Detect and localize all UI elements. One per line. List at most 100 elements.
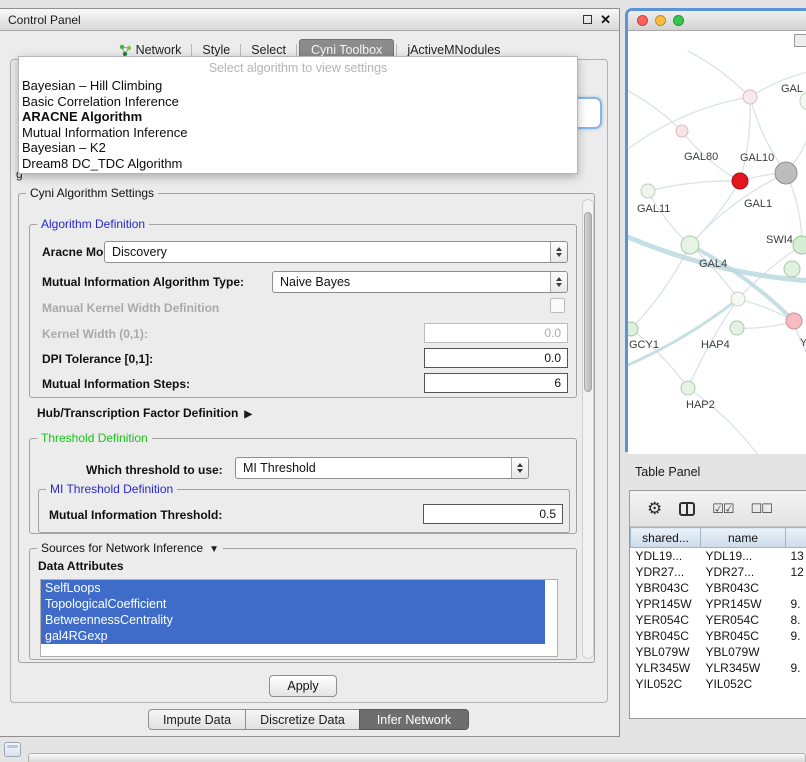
dropdown-item[interactable]: Bayesian – Hill Climbing [19, 78, 577, 94]
network-edge[interactable] [648, 191, 690, 245]
table-row[interactable]: YDR27... YDR27... 12 [631, 564, 806, 580]
network-edge[interactable] [688, 51, 750, 97]
network-node[interactable] [681, 381, 695, 395]
dropdown-item[interactable]: Mutual Information Inference [19, 125, 577, 141]
deselect-all-icon[interactable]: ☐☐ [751, 501, 772, 517]
network-node-label: HAP2 [686, 399, 715, 411]
network-node[interactable] [628, 322, 638, 336]
network-node[interactable] [730, 321, 744, 335]
attribute-list-item[interactable]: SelfLoops [41, 580, 545, 596]
network-node[interactable] [793, 236, 806, 254]
select-all-icon[interactable]: ☑☑ [712, 501, 733, 517]
cell-value: 9. [786, 596, 806, 612]
manual-kernel-width-checkbox[interactable] [550, 298, 565, 313]
mi-steps-field[interactable] [424, 373, 568, 393]
minimized-window-icon[interactable] [4, 742, 21, 757]
network-node[interactable] [775, 162, 797, 184]
table-row[interactable]: YBR043C YBR043C [631, 580, 806, 596]
mi-algorithm-type-select[interactable]: Naive Bayes [272, 271, 568, 293]
bottom-tab-impute-data[interactable]: Impute Data [148, 709, 246, 730]
mi-threshold-field[interactable] [423, 504, 563, 524]
network-node[interactable] [641, 184, 655, 198]
manual-kernel-width-label: Manual Kernel Width Definition [42, 301, 219, 315]
table-panel: ⚙ ☑☑ ☐☐ shared... name YDL19... YDL19... [629, 490, 806, 719]
table-row[interactable]: YDL19... YDL19... 13 [631, 548, 806, 564]
group-title: MI Threshold Definition [46, 482, 177, 497]
dpi-tolerance-field[interactable] [424, 348, 568, 368]
network-node[interactable] [676, 125, 688, 137]
network-edge[interactable] [628, 97, 750, 149]
sources-section-label: Sources for Network Inference [41, 541, 203, 555]
settings-scrollbar-track[interactable] [582, 199, 594, 659]
attribute-list-item[interactable]: gal4RGexp [41, 628, 545, 644]
table-row[interactable]: YER054C YER054C 8. [631, 612, 806, 628]
cell-name: YLR345W [701, 660, 786, 676]
close-traffic-light[interactable] [637, 15, 648, 26]
network-edge[interactable] [737, 321, 794, 328]
float-window-icon[interactable] [583, 15, 592, 24]
group-title: Algorithm Definition [37, 217, 149, 232]
table-row[interactable]: YPR145W YPR145W 9. [631, 596, 806, 612]
dropdown-item-list: Bayesian – Hill ClimbingBasic Correlatio… [19, 78, 577, 171]
network-node[interactable] [743, 90, 757, 104]
zoom-traffic-light[interactable] [673, 15, 684, 26]
dropdown-item[interactable]: Dream8 DC_TDC Algorithm [19, 156, 577, 172]
table-row[interactable]: YBR045C YBR045C 9. [631, 628, 806, 644]
network-edge[interactable] [690, 181, 740, 245]
cell-name: YDL19... [701, 548, 786, 564]
network-node-label: GAL4 [699, 258, 727, 270]
bottom-tab-discretize-data[interactable]: Discretize Data [245, 709, 360, 730]
settings-scrollbar-thumb[interactable] [584, 212, 592, 392]
minimize-traffic-light[interactable] [655, 15, 666, 26]
table-row[interactable]: YLR345W YLR345W 9. [631, 660, 806, 676]
cell-value: 8. [786, 612, 806, 628]
aracne-mode-select[interactable]: Discovery [104, 241, 568, 263]
network-node[interactable] [784, 261, 800, 277]
network-edge[interactable] [628, 299, 738, 365]
cell-name: YBR043C [701, 580, 786, 596]
network-node-label: GAL10 [740, 152, 774, 164]
network-node[interactable] [681, 236, 699, 254]
table-row[interactable]: YIL052C YIL052C [631, 676, 806, 692]
sources-section-toggle[interactable]: Sources for Network Inference ▼ [37, 541, 223, 557]
network-edge[interactable] [688, 388, 758, 454]
network-node[interactable] [731, 292, 745, 306]
hub-section-toggle[interactable]: Hub/Transcription Factor Definition▶ [37, 406, 252, 420]
collapsed-panel-bar[interactable] [28, 753, 806, 762]
network-edge[interactable] [690, 245, 794, 321]
combo-arrows-icon [511, 458, 528, 478]
table-row[interactable]: YBL079W YBL079W [631, 644, 806, 660]
network-canvas[interactable]: GALGAL80GAL10GAL11GAL1SWI4GAL4GCY1HAP4YH… [628, 31, 806, 454]
cell-name: YIL052C [701, 676, 786, 692]
cell-shared-name: YLR345W [631, 660, 701, 676]
column-selector-icon[interactable] [679, 502, 695, 516]
kernel-width-field[interactable] [424, 323, 568, 343]
attribute-list-item[interactable]: TopologicalCoefficient [41, 596, 545, 612]
tab-label: Style [202, 43, 230, 57]
attribute-list-item[interactable]: BetweennessCentrality [41, 612, 545, 628]
apply-button[interactable]: Apply [269, 675, 337, 697]
dropdown-item[interactable]: ARACNE Algorithm [19, 109, 577, 125]
network-node[interactable] [786, 313, 802, 329]
network-scroll-corner[interactable] [794, 34, 806, 47]
gear-icon[interactable]: ⚙ [647, 499, 662, 519]
close-icon[interactable]: ✕ [600, 13, 611, 26]
chevron-down-icon: ▼ [209, 544, 219, 555]
network-edge[interactable] [648, 181, 740, 191]
column-header-shared[interactable]: shared... [631, 528, 701, 548]
cell-name: YER054C [701, 612, 786, 628]
bottom-tab-infer-network[interactable]: Infer Network [359, 709, 469, 730]
column-header-clipped[interactable] [786, 528, 806, 548]
cell-shared-name: YIL052C [631, 676, 701, 692]
network-edge[interactable] [740, 97, 750, 181]
kernel-width-label: Kernel Width (0,1): [42, 327, 148, 341]
dropdown-item[interactable]: Bayesian – K2 [19, 140, 577, 156]
column-header-name[interactable]: name [701, 528, 786, 548]
cell-value: 9. [786, 660, 806, 676]
dropdown-item[interactable]: Basic Correlation Inference [19, 94, 577, 110]
network-edge[interactable] [628, 91, 682, 131]
network-node[interactable] [732, 173, 748, 189]
network-edge[interactable] [738, 299, 794, 321]
which-threshold-select[interactable]: MI Threshold [235, 457, 529, 479]
network-window-titlebar[interactable] [628, 11, 806, 31]
